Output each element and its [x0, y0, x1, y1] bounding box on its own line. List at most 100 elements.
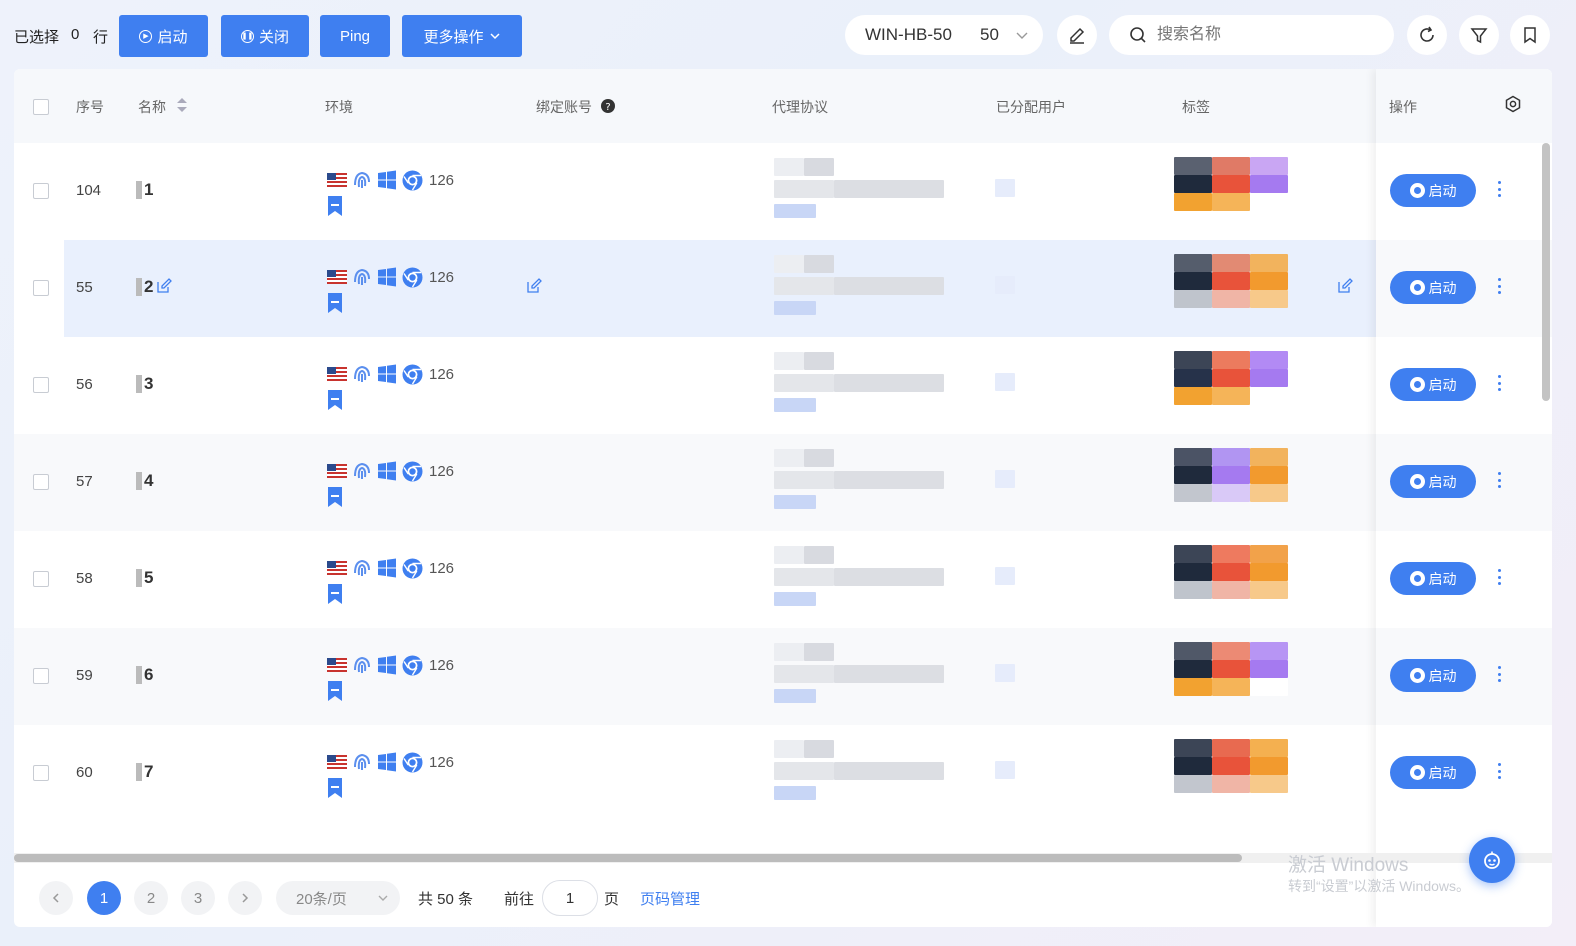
windows-icon	[377, 655, 397, 678]
fingerprint-icon	[352, 461, 372, 484]
batch-close-button[interactable]: ❚❚ 关闭	[221, 15, 309, 57]
bookmark-tag-icon[interactable]	[327, 390, 343, 413]
row-start-label: 启动	[1428, 376, 1457, 393]
windows-icon	[377, 170, 397, 193]
prev-page-button[interactable]	[39, 881, 73, 915]
help-icon[interactable]: ?	[601, 99, 615, 113]
next-page-button[interactable]	[228, 881, 262, 915]
proxy-info-redacted	[774, 255, 964, 321]
row-start-button[interactable]: 启动	[1390, 465, 1476, 498]
page-1-button[interactable]: 1	[87, 881, 121, 915]
row-name[interactable]: 2	[144, 277, 153, 297]
row-name[interactable]: 1	[144, 180, 153, 200]
row-start-button[interactable]: 启动	[1390, 271, 1476, 304]
more-menu-icon[interactable]	[1495, 278, 1503, 294]
row-start-button[interactable]: 启动	[1390, 659, 1476, 692]
windows-watermark-title: 激活 Windows	[1288, 855, 1409, 876]
support-chat-button[interactable]	[1469, 837, 1515, 883]
settings-icon[interactable]	[1504, 95, 1522, 113]
row-start-button[interactable]: 启动	[1390, 562, 1476, 595]
sort-icon[interactable]	[176, 97, 188, 113]
page-size-label: 20条/页	[296, 891, 347, 908]
row-seq: 59	[76, 667, 93, 684]
row-start-label: 启动	[1428, 764, 1457, 781]
more-menu-icon[interactable]	[1495, 472, 1503, 488]
row-checkbox[interactable]	[33, 377, 49, 393]
browser-version: 126	[429, 754, 455, 771]
proxy-info-redacted	[774, 158, 964, 224]
row-name[interactable]: 3	[144, 374, 153, 394]
batch-start-button[interactable]: ▶ 启动	[119, 15, 208, 57]
name-color-bar	[136, 375, 142, 393]
filter-button[interactable]	[1459, 15, 1499, 55]
horizontal-scrollbar[interactable]	[14, 854, 1242, 862]
tags-redacted	[1174, 254, 1334, 316]
profile-table: 序号 名称 环境 绑定账号 ? 代理协议 已分配用户 标签 104 1 126 55 2…	[14, 69, 1552, 927]
row-start-label: 启动	[1428, 473, 1457, 490]
proxy-info-redacted	[774, 546, 964, 612]
row-checkbox[interactable]	[33, 668, 49, 684]
goto-label: 前往	[504, 891, 535, 908]
tags-redacted	[1174, 448, 1334, 510]
page-3-button[interactable]: 3	[181, 881, 215, 915]
row-start-button[interactable]: 启动	[1390, 756, 1476, 789]
row-name[interactable]: 5	[144, 568, 153, 588]
row-start-button[interactable]: 启动	[1390, 174, 1476, 207]
table-header: 序号 名称 环境 绑定账号 ? 代理协议 已分配用户 标签	[14, 69, 1552, 143]
ping-label: Ping	[339, 27, 371, 45]
ping-button[interactable]: Ping	[320, 15, 390, 57]
tags-redacted	[1174, 351, 1334, 413]
row-name[interactable]: 7	[144, 762, 153, 782]
us-flag-icon	[327, 270, 347, 287]
more-menu-icon[interactable]	[1495, 763, 1503, 779]
vertical-scrollbar[interactable]	[1542, 143, 1550, 401]
edit-group-button[interactable]	[1057, 15, 1097, 55]
name-color-bar	[136, 666, 142, 684]
search-icon	[1130, 27, 1146, 43]
row-checkbox[interactable]	[33, 280, 49, 296]
bookmark-tag-icon[interactable]	[327, 584, 343, 607]
page-2-button[interactable]: 2	[134, 881, 168, 915]
table-row[interactable]	[14, 434, 1376, 531]
fingerprint-icon	[352, 655, 372, 678]
table-row[interactable]	[14, 628, 1376, 725]
bookmark-tag-icon[interactable]	[327, 196, 343, 219]
header-name[interactable]: 名称	[138, 97, 166, 117]
page-manage-link[interactable]: 页码管理	[640, 888, 700, 909]
more-menu-icon[interactable]	[1495, 181, 1503, 197]
table-row[interactable]	[14, 337, 1376, 434]
more-menu-icon[interactable]	[1495, 375, 1503, 391]
search-input[interactable]	[1157, 24, 1377, 46]
more-actions-button[interactable]: 更多操作	[402, 15, 522, 57]
row-start-button[interactable]: 启动	[1390, 368, 1476, 401]
table-row[interactable]	[14, 531, 1376, 628]
row-checkbox[interactable]	[33, 183, 49, 199]
group-select[interactable]: WIN-HB-50 50	[845, 15, 1043, 55]
more-menu-icon[interactable]	[1495, 569, 1503, 585]
bookmark-tag-icon[interactable]	[327, 681, 343, 704]
row-name[interactable]: 4	[144, 471, 153, 491]
table-row[interactable]	[14, 143, 1376, 240]
bookmark-tag-icon[interactable]	[327, 778, 343, 801]
header-seq: 序号	[76, 99, 104, 115]
table-row[interactable]	[14, 725, 1376, 822]
page-size-select[interactable]: 20条/页	[276, 881, 400, 915]
goto-page-input[interactable]	[542, 880, 598, 916]
row-checkbox[interactable]	[33, 474, 49, 490]
bookmark-button[interactable]	[1510, 15, 1550, 55]
browser-version: 126	[429, 560, 455, 577]
bookmark-tag-icon[interactable]	[327, 293, 343, 316]
edit-tags-icon[interactable]	[1337, 278, 1353, 297]
assigned-user-redacted	[995, 179, 1015, 197]
bookmark-tag-icon[interactable]	[327, 487, 343, 510]
edit-bound-account-icon[interactable]	[526, 278, 542, 297]
row-name[interactable]: 6	[144, 665, 153, 685]
search-box[interactable]	[1109, 15, 1394, 55]
more-menu-icon[interactable]	[1495, 666, 1503, 682]
refresh-button[interactable]	[1407, 15, 1447, 55]
select-all-checkbox[interactable]	[33, 99, 49, 115]
edit-name-icon[interactable]	[156, 278, 172, 297]
selected-label: 已选择	[14, 29, 60, 46]
row-checkbox[interactable]	[33, 765, 49, 781]
row-checkbox[interactable]	[33, 571, 49, 587]
